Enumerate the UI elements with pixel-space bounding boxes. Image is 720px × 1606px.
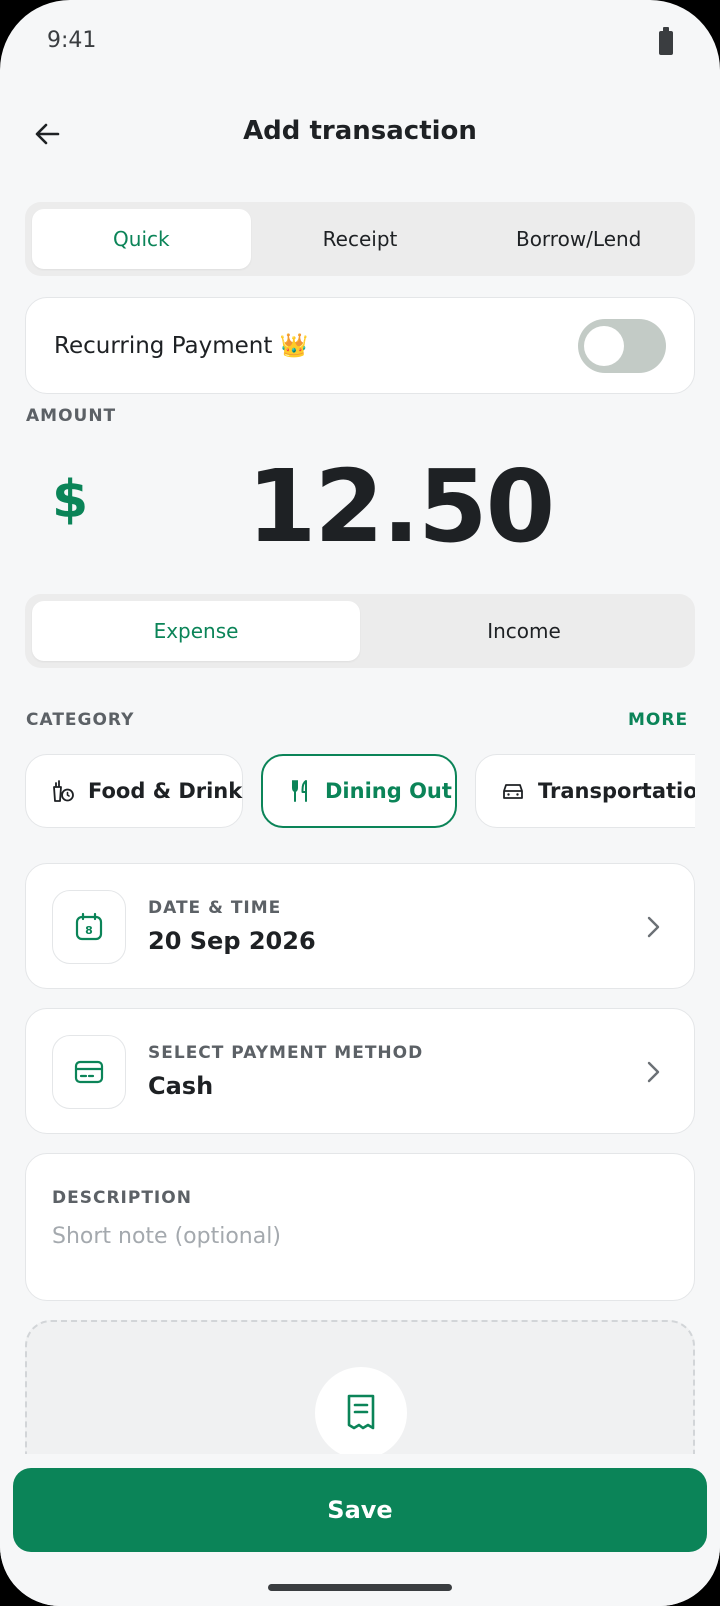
description-card: DESCRIPTION — [25, 1153, 695, 1301]
chevron-right-icon — [647, 916, 660, 938]
tab-borrow-lend[interactable]: Borrow/Lend — [469, 209, 688, 269]
toggle-knob — [584, 326, 624, 366]
category-chips: Food & Drink Dining Out Transportation — [25, 754, 695, 828]
receipt-icon — [347, 1394, 375, 1430]
status-time: 9:41 — [47, 28, 97, 53]
category-label: CATEGORY — [26, 710, 135, 730]
payment-method-icon-box — [52, 1035, 126, 1109]
chevron-right-icon — [647, 1061, 660, 1083]
tab-receipt[interactable]: Receipt — [251, 209, 470, 269]
date-time-icon-box: 8 — [52, 890, 126, 964]
amount-value[interactable]: 12.50 — [0, 448, 720, 565]
category-chip-food-drink[interactable]: Food & Drink — [25, 754, 243, 828]
calendar-icon: 8 — [75, 912, 103, 941]
recurring-payment-text: Recurring Payment — [54, 333, 273, 359]
category-chip-transportation[interactable]: Transportation — [475, 754, 695, 828]
date-time-value: 20 Sep 2026 — [148, 927, 316, 955]
payment-method-value: Cash — [148, 1072, 214, 1100]
food-drink-icon — [53, 780, 74, 802]
home-indicator — [268, 1584, 452, 1591]
fork-knife-icon — [292, 780, 307, 802]
page-title: Add transaction — [243, 116, 477, 146]
calendar-day: 8 — [85, 924, 93, 937]
category-chip-dining-out[interactable]: Dining Out — [261, 754, 457, 828]
date-time-row[interactable]: 8 DATE & TIME 20 Sep 2026 — [25, 863, 695, 989]
description-input[interactable] — [52, 1218, 662, 1254]
crown-icon: 👑 — [279, 333, 309, 359]
more-categories-link[interactable]: MORE — [628, 710, 688, 730]
receipt-upload-area[interactable] — [25, 1320, 695, 1460]
description-label: DESCRIPTION — [52, 1188, 192, 1208]
category-chip-label: Transportation — [538, 779, 695, 803]
recurring-payment-toggle[interactable] — [578, 319, 666, 373]
add-receipt-button[interactable] — [315, 1367, 407, 1459]
app-screen: 9:41 Add transaction Quick Receipt Borro… — [0, 0, 720, 1606]
recurring-payment-label: Recurring Payment 👑 — [54, 332, 308, 359]
tab-expense[interactable]: Expense — [32, 601, 360, 661]
payment-method-row[interactable]: SELECT PAYMENT METHOD Cash — [25, 1008, 695, 1134]
tab-income[interactable]: Income — [360, 601, 688, 661]
tab-quick[interactable]: Quick — [32, 209, 251, 269]
save-button[interactable]: Save — [13, 1468, 707, 1552]
mode-tabs: Quick Receipt Borrow/Lend — [25, 202, 695, 276]
category-chip-label: Food & Drink — [88, 779, 243, 803]
battery-icon — [659, 27, 673, 55]
date-time-label: DATE & TIME — [148, 898, 282, 918]
recurring-payment-card: Recurring Payment 👑 — [25, 297, 695, 394]
car-icon — [503, 784, 523, 799]
credit-card-icon — [74, 1060, 104, 1084]
transaction-type-tabs: Expense Income — [25, 594, 695, 668]
payment-method-label: SELECT PAYMENT METHOD — [148, 1043, 424, 1063]
amount-label: AMOUNT — [26, 406, 117, 426]
category-chip-label: Dining Out — [325, 779, 452, 803]
